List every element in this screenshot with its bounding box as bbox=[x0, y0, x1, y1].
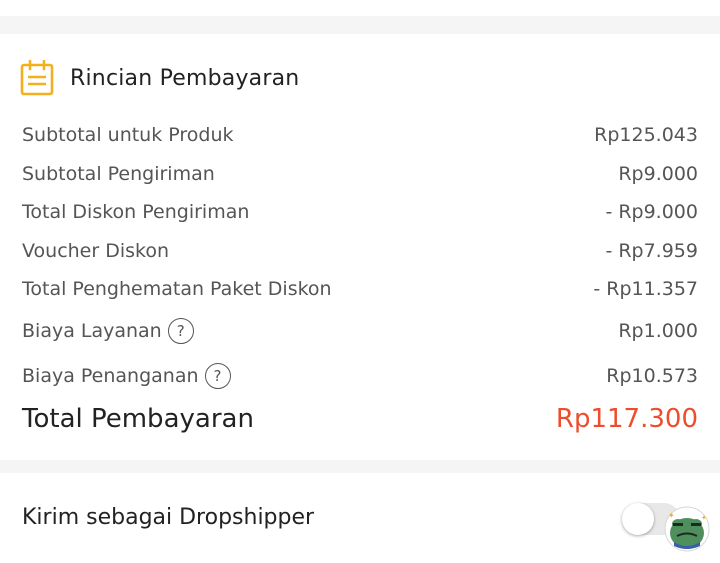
section-title: Rincian Pembayaran bbox=[70, 65, 300, 91]
total-payment-row: Total Pembayaran Rp117.300 bbox=[22, 404, 698, 434]
dropshipper-label: Kirim sebagai Dropshipper bbox=[22, 505, 315, 530]
dropshipper-card: Kirim sebagai Dropshipper ✦ ✦ bbox=[0, 473, 720, 563]
help-icon[interactable]: ? bbox=[167, 318, 194, 344]
row-label-group: Biaya Layanan ? bbox=[22, 318, 194, 344]
help-icon[interactable]: ? bbox=[204, 363, 231, 389]
row-label: Subtotal untuk Produk bbox=[22, 124, 234, 146]
payment-details-card: Rincian Pembayaran Subtotal untuk Produk… bbox=[0, 34, 720, 460]
row-label: Total Diskon Pengiriman bbox=[22, 201, 250, 223]
svg-text:✦: ✦ bbox=[668, 511, 675, 520]
receipt-list-icon bbox=[20, 60, 54, 96]
row-product-subtotal: Subtotal untuk Produk Rp125.043 bbox=[22, 124, 698, 146]
row-shipping-discount: Total Diskon Pengiriman - Rp9.000 bbox=[22, 201, 698, 223]
row-value: Rp1.000 bbox=[618, 320, 698, 342]
total-label: Total Pembayaran bbox=[22, 404, 254, 434]
row-label: Total Penghematan Paket Diskon bbox=[22, 278, 332, 300]
total-value: Rp117.300 bbox=[555, 404, 698, 434]
frog-sticker-icon: ✦ ✦ bbox=[664, 506, 710, 552]
row-value: - Rp9.000 bbox=[605, 201, 698, 223]
svg-text:✦: ✦ bbox=[701, 514, 707, 522]
row-handling-fee: Biaya Penanganan ? Rp10.573 bbox=[22, 363, 698, 389]
row-label: Voucher Diskon bbox=[22, 240, 170, 262]
row-label: Biaya Penanganan bbox=[22, 365, 199, 387]
row-shipping-subtotal: Subtotal Pengiriman Rp9.000 bbox=[22, 163, 698, 185]
row-value: Rp125.043 bbox=[594, 124, 698, 146]
row-value: - Rp7.959 bbox=[605, 240, 698, 262]
row-value: - Rp11.357 bbox=[593, 278, 698, 300]
toggle-knob[interactable] bbox=[622, 503, 654, 535]
row-label: Subtotal Pengiriman bbox=[22, 163, 215, 185]
row-value: Rp10.573 bbox=[606, 365, 698, 387]
row-bundle-savings: Total Penghematan Paket Diskon - Rp11.35… bbox=[22, 278, 698, 300]
row-label: Biaya Layanan bbox=[22, 320, 162, 342]
top-strip bbox=[0, 0, 720, 16]
row-label-group: Biaya Penanganan ? bbox=[22, 363, 231, 389]
payment-details-header: Rincian Pembayaran bbox=[20, 60, 299, 96]
row-service-fee: Biaya Layanan ? Rp1.000 bbox=[22, 318, 698, 344]
row-voucher-discount: Voucher Diskon - Rp7.959 bbox=[22, 240, 698, 262]
row-value: Rp9.000 bbox=[618, 163, 698, 185]
